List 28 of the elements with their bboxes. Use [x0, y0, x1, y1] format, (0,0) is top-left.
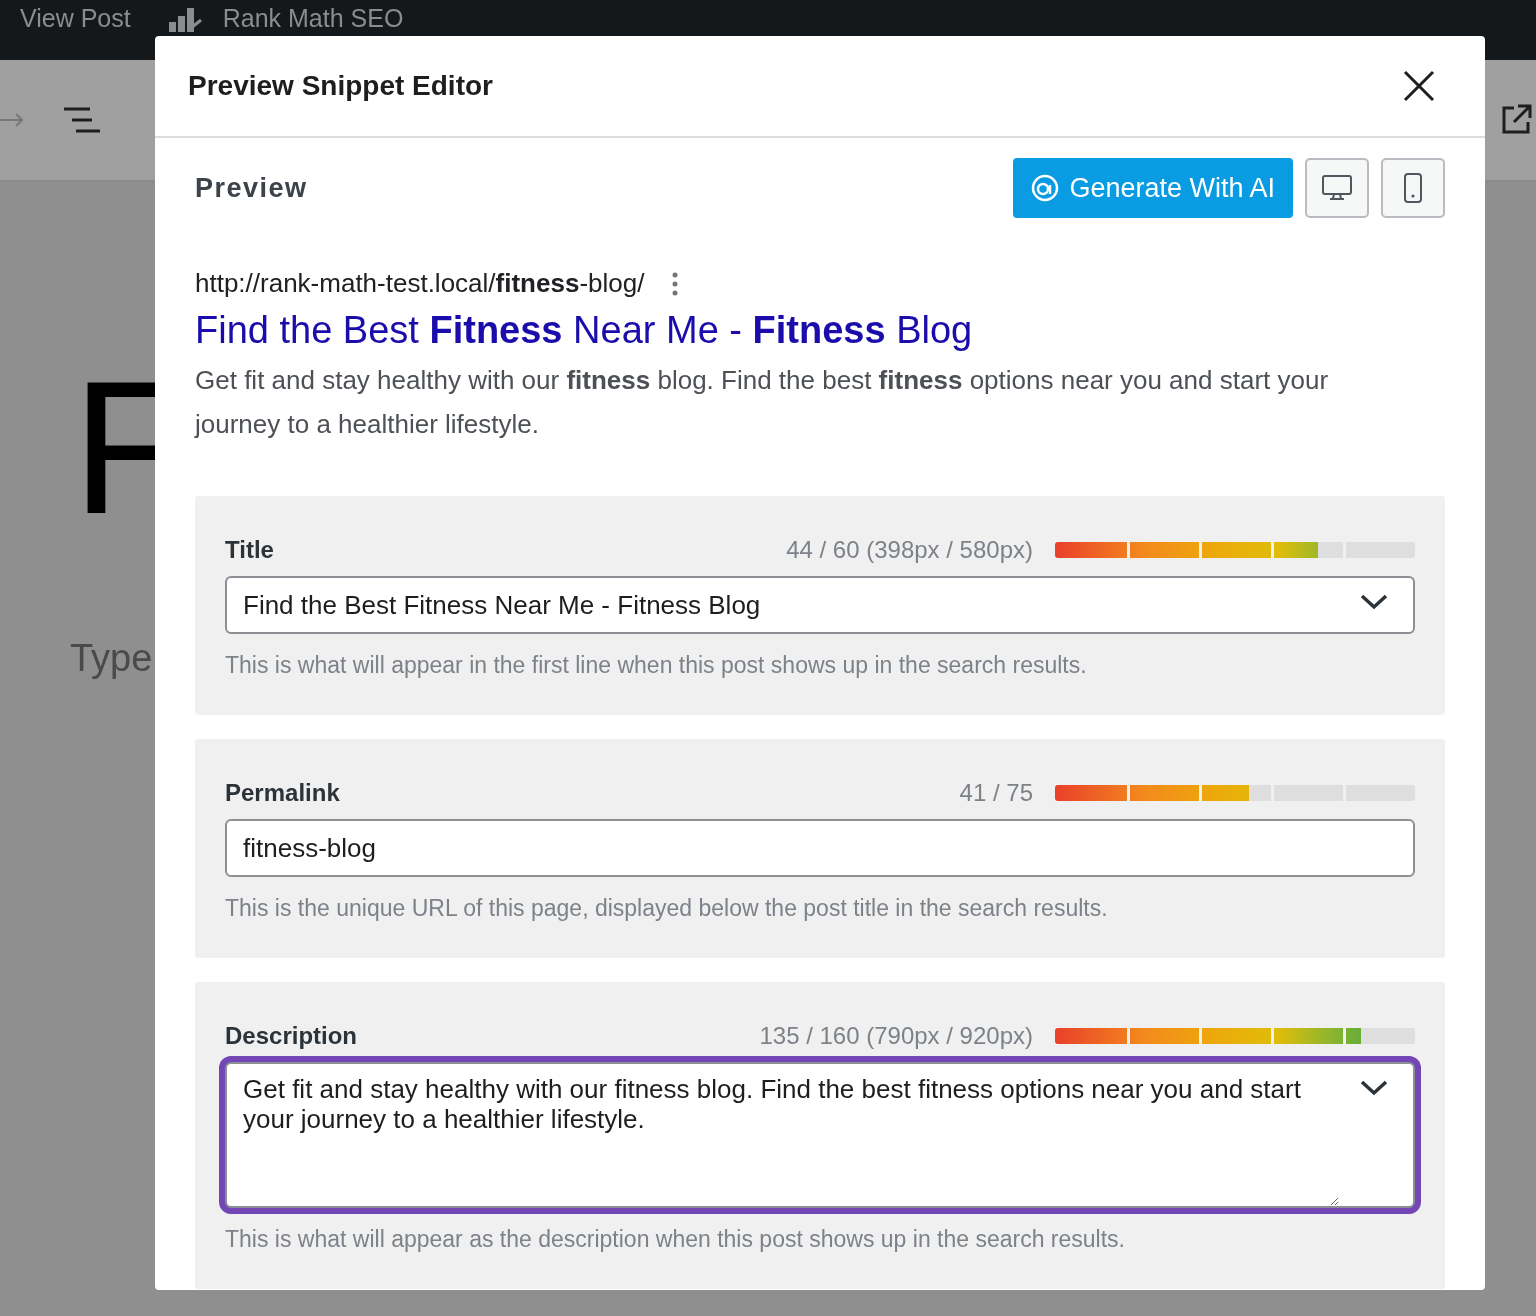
bar-chart-icon[interactable] [166, 5, 203, 32]
desktop-preview-button[interactable] [1305, 158, 1369, 218]
chevron-icon[interactable] [1359, 1078, 1389, 1098]
preview-heading: Preview [195, 172, 308, 204]
desktop-icon [1322, 175, 1352, 201]
field-label: Permalink [225, 779, 340, 807]
field-label: Description [225, 1022, 358, 1050]
view-post-link[interactable]: View Post [20, 4, 131, 33]
snippet-title: Find the Best Fitness Near Me - Fitness Blog [195, 309, 974, 352]
snippet-description: Get fit and stay healthy with our fitness blog. Find the best fitness options near you and start your journey to a healthier lifestyle. [195, 364, 1330, 441]
close-icon[interactable] [1403, 70, 1435, 102]
rank-math-menu[interactable]: Rank Math SEO [222, 4, 404, 33]
mobile-preview-button[interactable] [1381, 158, 1445, 218]
field-hint: This is what will appear as the description when this post shows up in the search results. [225, 1226, 1126, 1253]
field-label: Title [225, 536, 274, 564]
snippet-url: http://rank-math-test.local/fitness-blog/ [195, 268, 645, 299]
character-counter: 41 / 75 [959, 779, 1033, 807]
character-counter: 135 / 160 (790px / 920px) [759, 1022, 1033, 1050]
more-icon[interactable] [672, 271, 679, 296]
character-counter: 44 / 60 (398px / 580px) [786, 536, 1033, 564]
field-hint: This is what will appear in the first line when this post shows up in the search results. [225, 652, 1088, 679]
field-hint: This is the unique URL of this page, displayed below the post title in the search results. [225, 895, 1109, 922]
external-link-icon[interactable] [1500, 104, 1532, 136]
dialog-title: Preview Snippet Editor [188, 70, 493, 102]
chevron-icon[interactable] [1359, 592, 1389, 612]
list-icon[interactable] [62, 106, 100, 134]
ai-icon [1031, 174, 1060, 202]
phone-icon [1404, 173, 1422, 203]
